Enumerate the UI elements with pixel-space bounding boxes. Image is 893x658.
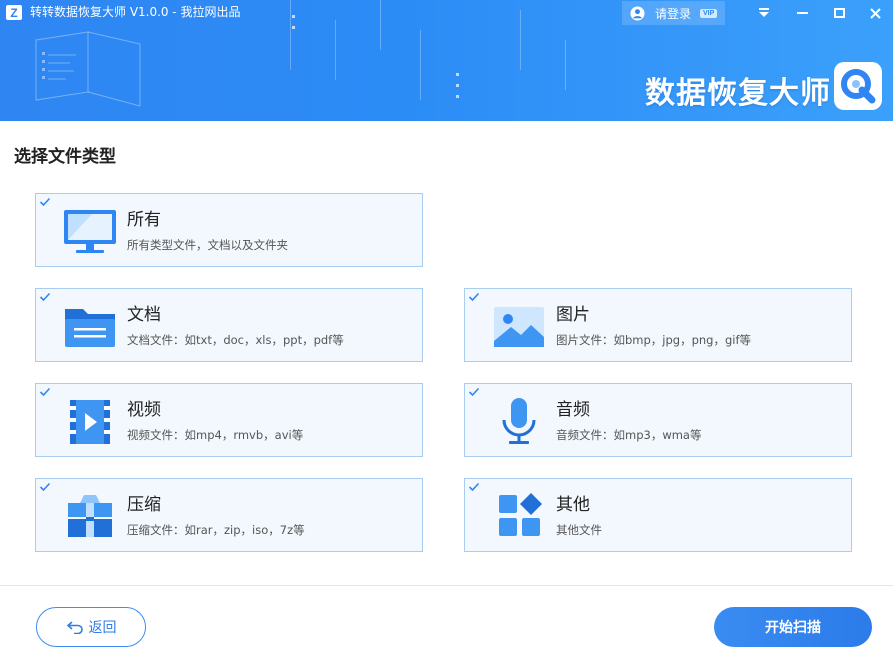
file-type-card-other[interactable]: 其他 其他文件 [464,478,852,552]
banner-monitor-illustration [35,31,141,107]
login-button[interactable]: 请登录 VIP [622,1,725,25]
banner-deco-line [290,0,291,70]
checkmark-icon[interactable] [39,386,51,398]
card-title: 其他 [556,495,590,515]
start-scan-button[interactable]: 开始扫描 [714,607,872,647]
app-logo: Z [6,5,22,20]
image-icon [494,307,544,347]
banner-deco-dot [456,84,459,87]
window-title: 转转数据恢复大师 V1.0.0 - 我拉网出品 [30,5,241,19]
file-type-card-all[interactable]: 所有 所有类型文件，文档以及文件夹 [35,193,423,267]
microphone-icon [502,398,536,444]
menu-dropdown-button[interactable] [749,1,779,25]
maximize-icon [833,8,845,18]
minimize-button[interactable] [787,1,817,25]
banner-deco-dot [456,95,459,98]
back-label: 返回 [88,620,117,636]
user-avatar-icon [630,5,645,21]
banner-deco-line [420,30,421,100]
close-icon [869,7,881,19]
archive-icon [68,495,112,537]
checkmark-icon[interactable] [468,386,480,398]
checkmark-icon[interactable] [468,481,480,493]
brand-logo [834,62,882,110]
card-title: 所有 [127,210,161,230]
monitor-icon [64,210,116,253]
apps-icon [499,493,542,536]
file-type-card-image[interactable]: 图片 图片文件：如bmp，jpg，png，gif等 [464,288,852,362]
file-type-card-document[interactable]: 文档 文档文件：如txt，doc，xls，ppt，pdf等 [35,288,423,362]
minimize-icon [796,11,808,14]
banner-deco-line [380,0,381,50]
banner-deco-dot [292,15,295,18]
search-logo-icon [841,69,876,104]
banner-deco-line [565,40,566,90]
checkmark-icon[interactable] [39,481,51,493]
card-description: 音频文件：如mp3，wma等 [556,428,702,442]
file-type-card-audio[interactable]: 音频 音频文件：如mp3，wma等 [464,383,852,457]
title-bar-banner: Z 转转数据恢复大师 V1.0.0 - 我拉网出品 请登录 VIP 数据恢复大师 [0,0,893,121]
checkmark-icon[interactable] [468,291,480,303]
card-description: 压缩文件：如rar，zip，iso，7z等 [127,523,305,537]
maximize-button[interactable] [824,1,854,25]
menu-chevron-icon [759,8,769,17]
page-title: 选择文件类型 [14,147,116,167]
footer-divider [0,585,893,586]
file-type-card-video[interactable]: 视频 视频文件：如mp4，rmvb，avi等 [35,383,423,457]
checkmark-icon[interactable] [39,291,51,303]
folder-icon [65,309,115,347]
card-description: 视频文件：如mp4，rmvb，avi等 [127,428,304,442]
banner-deco-line [520,10,521,70]
card-description: 所有类型文件，文档以及文件夹 [127,238,288,252]
back-button[interactable]: 返回 [36,607,146,647]
login-label: 请登录 [655,6,692,21]
banner-deco-dot [292,26,295,29]
card-title: 文档 [127,305,161,325]
video-icon [70,400,110,444]
card-title: 压缩 [127,495,161,515]
banner-deco-line [335,20,336,80]
card-title: 音频 [556,400,590,420]
file-type-card-archive[interactable]: 压缩 压缩文件：如rar，zip，iso，7z等 [35,478,423,552]
card-title: 视频 [127,400,161,420]
banner-deco-dot [456,73,459,76]
card-description: 其他文件 [556,523,602,537]
close-button[interactable] [860,1,890,25]
card-description: 图片文件：如bmp，jpg，png，gif等 [556,333,752,347]
brand-title: 数据恢复大师 [645,76,831,111]
card-description: 文档文件：如txt，doc，xls，ppt，pdf等 [127,333,344,347]
card-title: 图片 [556,305,590,325]
vip-badge: VIP [700,8,718,18]
back-arrow-icon [66,621,83,634]
checkmark-icon[interactable] [39,196,51,208]
